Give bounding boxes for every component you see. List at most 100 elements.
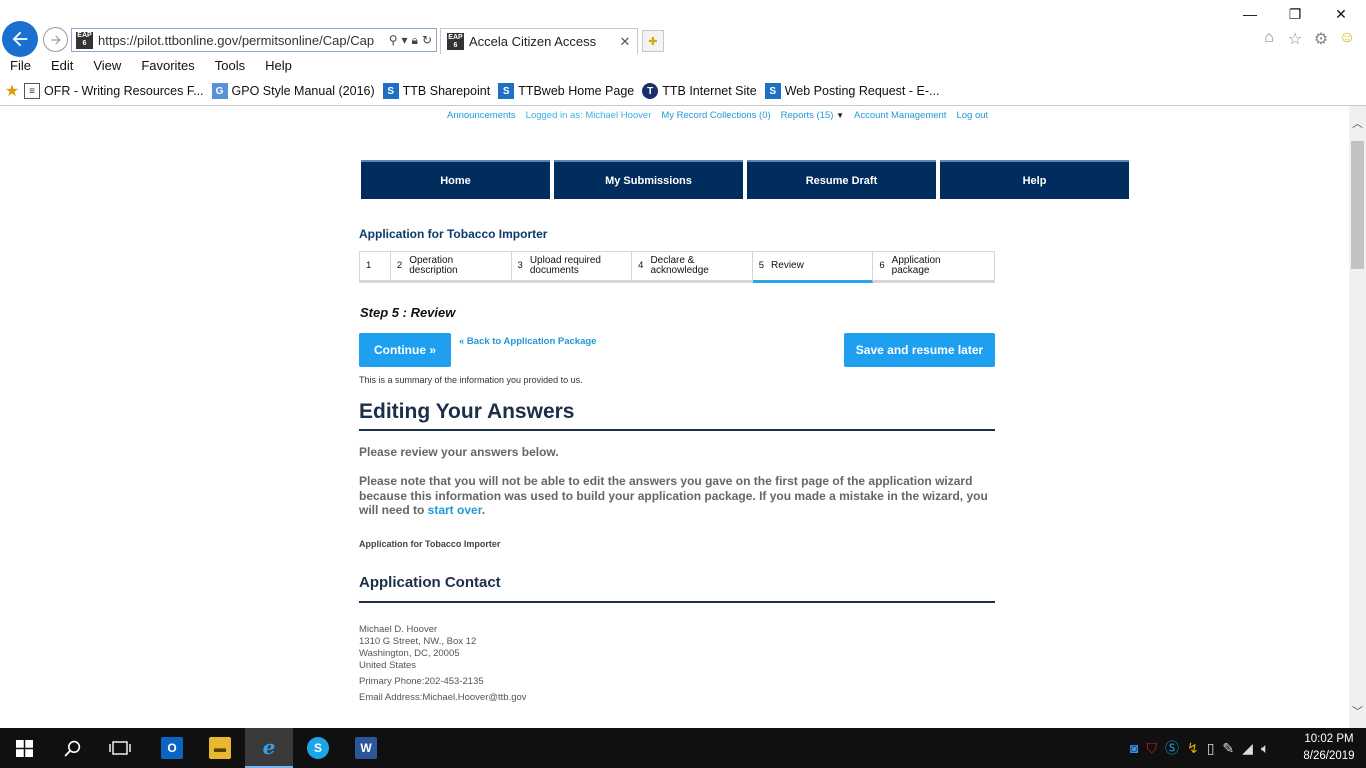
ie-taskbar-button[interactable]: e [245, 728, 293, 768]
forward-button[interactable] [43, 27, 68, 52]
gear-icon[interactable]: ⚙ [1312, 29, 1330, 49]
sharepoint-icon: S [498, 83, 515, 99]
lock-icon[interactable]: 🔒︎ [412, 33, 418, 48]
close-window-button[interactable]: ✕ [1329, 4, 1353, 24]
menu-file[interactable]: File [0, 57, 41, 77]
contact-heading: Application Contact [359, 574, 995, 603]
tab-favicon: EAP 6 [447, 33, 464, 50]
wifi-icon[interactable]: ◢ [1242, 740, 1253, 757]
contact-email: Email Address:Michael.Hoover@ttb.gov [359, 692, 527, 703]
folder-icon: ▬ [209, 737, 231, 759]
file-explorer-taskbar-button[interactable]: ▬ [196, 728, 244, 768]
new-tab-button[interactable]: ✚ [642, 30, 664, 52]
reports-link[interactable]: Reports (15) ▼ [781, 110, 844, 121]
menu-favorites[interactable]: Favorites [131, 57, 204, 77]
menu-bar: File Edit View Favorites Tools Help [0, 57, 302, 77]
continue-button[interactable]: Continue » [359, 333, 451, 367]
restore-button[interactable]: ❐ [1283, 4, 1307, 24]
skype-taskbar-button[interactable]: S [294, 728, 342, 768]
new-tab-icon: ✚ [648, 35, 658, 48]
outlook-icon: O [161, 737, 183, 759]
menu-edit[interactable]: Edit [41, 57, 83, 77]
outlook-taskbar-button[interactable]: O [148, 728, 196, 768]
vertical-scrollbar[interactable]: ︿ ﹀ [1349, 106, 1366, 728]
account-management-link[interactable]: Account Management [854, 110, 946, 121]
scroll-down-arrow-icon[interactable]: ﹀ [1349, 694, 1366, 728]
favorite-ttb-internet[interactable]: T TTB Internet Site [642, 83, 757, 99]
back-to-package-link[interactable]: « Back to Application Package [459, 336, 596, 347]
menu-view[interactable]: View [83, 57, 131, 77]
step-1[interactable]: 1 [360, 252, 391, 280]
caret-down-icon: ▼ [836, 111, 845, 120]
favorite-ttb-sharepoint[interactable]: S TTB Sharepoint [382, 83, 490, 99]
pen-icon[interactable]: ✎ [1222, 740, 1234, 757]
step-6[interactable]: 6 Application package [873, 252, 994, 280]
favorites-star-icon[interactable]: ☆ [1286, 29, 1304, 49]
contact-street: 1310 G Street, NW., Box 12 [359, 636, 477, 647]
search-icon[interactable]: ⚲ [389, 33, 398, 48]
word-icon: W [355, 737, 377, 759]
page-content: Announcements Logged in as: Michael Hoov… [0, 106, 1349, 728]
contact-phone: Primary Phone:202-453-2135 [359, 676, 484, 687]
record-collections-link[interactable]: My Record Collections (0) [661, 110, 770, 121]
sharepoint-icon: S [382, 83, 399, 99]
start-button[interactable] [0, 728, 48, 768]
contact-address: Michael D. Hoover 1310 G Street, NW., Bo… [359, 624, 476, 672]
header-links: Announcements Logged in as: Michael Hoov… [447, 110, 988, 121]
step-4[interactable]: 4 Declare & acknowledge [632, 252, 753, 280]
favorite-web-posting[interactable]: S Web Posting Request - E-... [764, 83, 939, 99]
announcements-link[interactable]: Announcements [447, 110, 516, 121]
favorites-add-icon[interactable]: ★ [4, 83, 20, 100]
contact-country: United States [359, 660, 417, 671]
nav-my-submissions[interactable]: My Submissions [554, 160, 743, 199]
search-taskbar-button[interactable] [48, 728, 96, 768]
nav-resume-draft[interactable]: Resume Draft [747, 160, 936, 199]
outlook-tray-icon[interactable]: ◙ [1130, 740, 1138, 756]
task-view-icon [109, 741, 131, 755]
address-bar[interactable]: EAP 6 https://pilot.ttbonline.gov/permit… [71, 28, 437, 52]
skype-icon: S [307, 737, 329, 759]
network-tray-icon[interactable]: ↯ [1187, 740, 1199, 757]
taskbar-clock[interactable]: 10:02 PM 8/26/2019 [1296, 731, 1362, 765]
windows-logo-icon [15, 739, 33, 757]
feedback-smiley-icon[interactable]: ☺ [1338, 29, 1356, 49]
refresh-icon[interactable]: ↻ [422, 33, 432, 48]
scroll-up-arrow-icon[interactable]: ︿ [1349, 106, 1366, 140]
nav-home[interactable]: Home [361, 160, 550, 199]
favorite-gpo[interactable]: G GPO Style Manual (2016) [211, 83, 375, 99]
clock-time: 10:02 PM [1304, 733, 1354, 745]
home-icon[interactable]: ⌂ [1260, 29, 1278, 49]
scroll-thumb[interactable] [1351, 141, 1364, 269]
start-over-link[interactable]: start over [428, 503, 482, 517]
clock-date: 8/26/2019 [1303, 750, 1355, 762]
arrow-right-icon [50, 34, 61, 45]
back-button[interactable] [2, 21, 38, 57]
task-view-button[interactable] [96, 728, 144, 768]
step-title: Step 5 : Review [360, 305, 456, 320]
step-5-active[interactable]: 5 Review [752, 252, 874, 283]
edit-note: Please note that you will not be able to… [359, 474, 988, 517]
favorite-ttbweb[interactable]: S TTBweb Home Page [498, 83, 634, 99]
application-title: Application for Tobacco Importer [359, 227, 548, 241]
step-2[interactable]: 2 Operation description [391, 252, 512, 280]
logout-link[interactable]: Log out [956, 110, 988, 121]
volume-icon[interactable]: 🔈︎ [1261, 740, 1269, 757]
save-resume-later-button[interactable]: Save and resume later [844, 333, 995, 367]
search-icon [63, 740, 80, 757]
mcafee-shield-icon[interactable]: ⛉ [1146, 740, 1157, 757]
gpo-icon: G [211, 83, 228, 99]
minimize-button[interactable]: — [1238, 4, 1262, 24]
word-taskbar-button[interactable]: W [342, 728, 390, 768]
skype-tray-icon[interactable]: Ⓢ [1165, 738, 1179, 758]
browser-tab[interactable]: EAP 6 Accela Citizen Access ✕ [440, 28, 638, 54]
nav-help[interactable]: Help [940, 160, 1129, 199]
step-3[interactable]: 3 Upload required documents [512, 252, 633, 280]
usb-device-icon[interactable]: ▯ [1207, 740, 1215, 757]
favorite-ofr[interactable]: ≡ OFR - Writing Resources F... [24, 83, 204, 99]
menu-help[interactable]: Help [255, 57, 302, 77]
dropdown-icon[interactable]: ▾ [402, 33, 408, 48]
document-icon: ≡ [24, 83, 40, 99]
close-tab-icon[interactable]: ✕ [617, 34, 633, 50]
menu-tools[interactable]: Tools [205, 57, 255, 77]
sharepoint-icon: S [764, 83, 781, 99]
